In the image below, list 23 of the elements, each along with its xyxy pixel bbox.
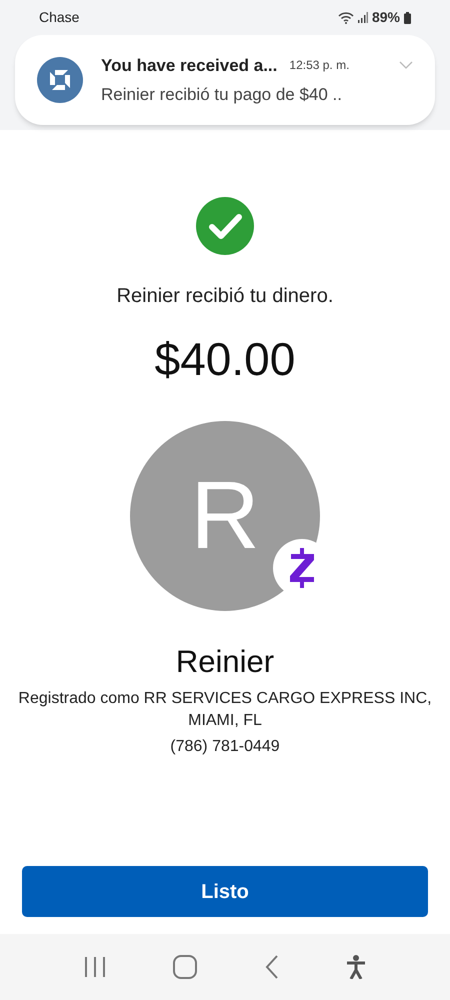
notification-title: You have received a... — [101, 54, 278, 76]
battery-icon — [404, 12, 411, 24]
zelle-logo-icon — [290, 548, 314, 588]
avatar: R — [130, 421, 320, 611]
notification-body: Reinier recibió tu pago de $40 .. — [101, 84, 343, 106]
back-icon[interactable] — [264, 955, 279, 979]
home-icon[interactable] — [173, 955, 198, 979]
status-app-name: Chase — [39, 8, 80, 27]
recent-apps-icon[interactable] — [84, 957, 106, 977]
check-circle-icon — [196, 197, 254, 255]
phone-number: (786) 781-0449 — [170, 736, 280, 756]
notification-time: 12:53 p. m. — [289, 57, 350, 74]
recipient-name: Reinier — [176, 643, 274, 681]
signal-icon — [358, 12, 368, 23]
confirmation-message: Reinier recibió tu dinero. — [116, 284, 334, 309]
wifi-icon — [338, 12, 354, 24]
amount: $40.00 — [154, 332, 296, 387]
accessibility-icon[interactable] — [346, 955, 366, 979]
battery-percent: 89% — [372, 8, 400, 27]
registration-info: Registrado como RR SERVICES CARGO EXPRESS INC, MIAMI, FL — [17, 688, 433, 730]
bank-logo-icon — [37, 57, 83, 103]
notification-card[interactable]: You have received a... 12:53 p. m. Reinier recibió tu pago de $40 .. — [15, 35, 435, 125]
done-button[interactable]: Listo — [22, 866, 428, 917]
